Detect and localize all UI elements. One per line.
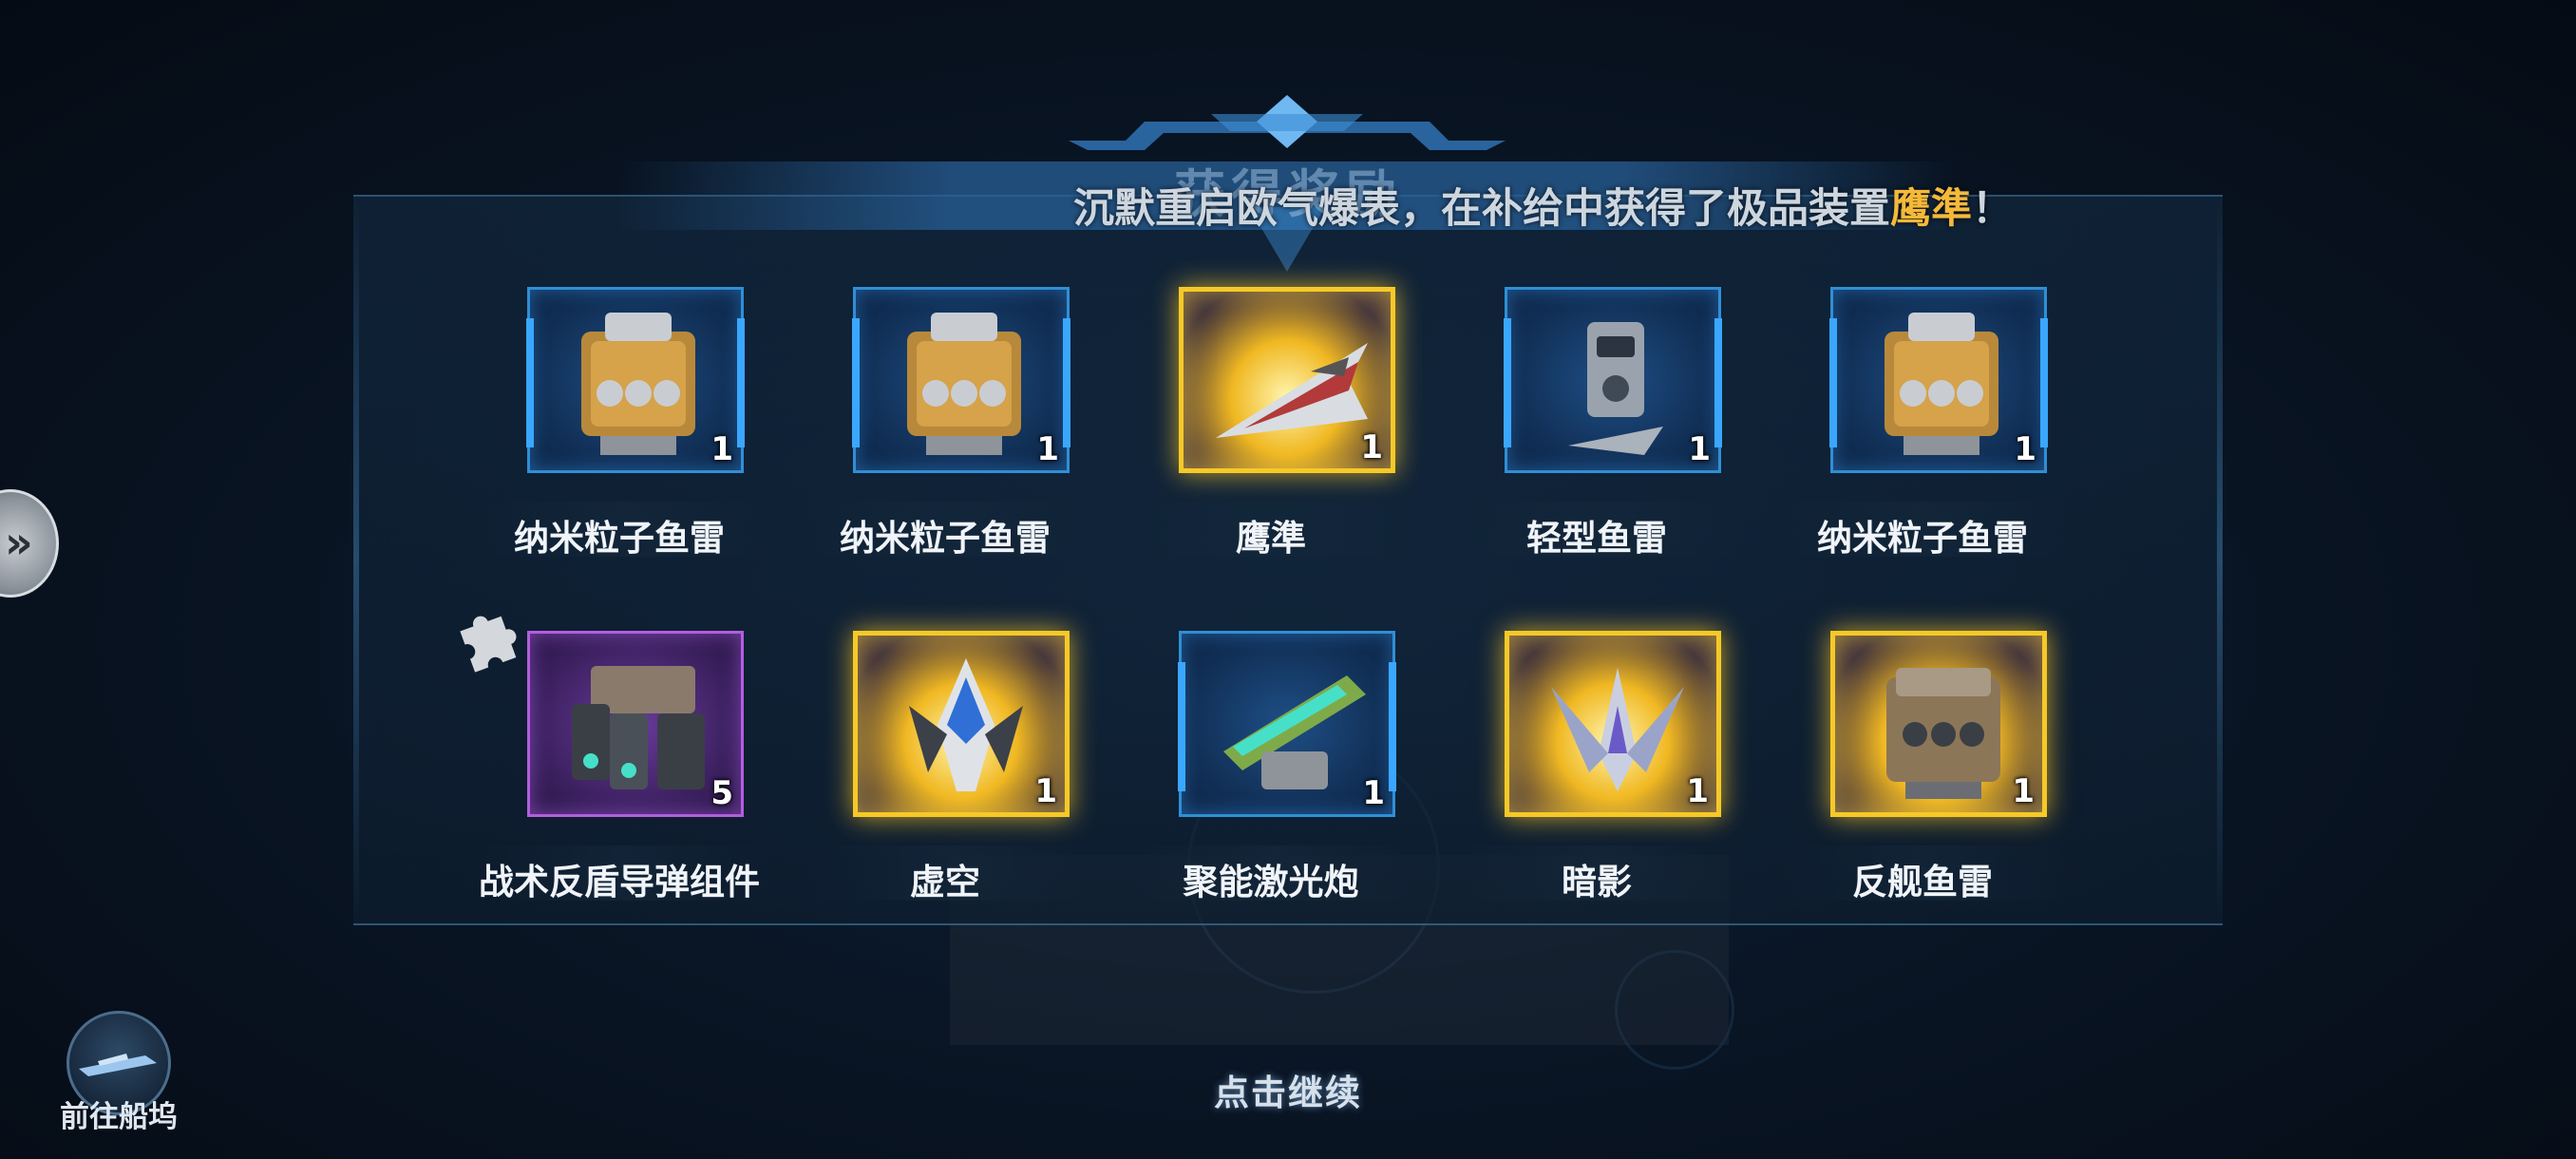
laser-cannon-icon xyxy=(1223,675,1366,789)
item-count: 1 xyxy=(2012,772,2035,810)
item-name: 纳米粒子鱼雷 xyxy=(1817,518,2028,559)
double-chevron-icon: » xyxy=(5,517,33,568)
item-frame-gold: 1 xyxy=(853,631,1070,817)
side-expand-button[interactable]: » xyxy=(0,489,59,598)
announcement-banner: 沉默重启欧气爆表，在补给中获得了极品装置鹰準！ xyxy=(1073,176,2013,242)
item-count: 1 xyxy=(1034,772,1057,810)
reward-item[interactable]: 1 虚空 xyxy=(788,631,1102,906)
item-count: 1 xyxy=(710,430,733,468)
nano-torpedo-icon xyxy=(581,313,695,455)
reward-item[interactable]: 1 聚能激光炮 xyxy=(1114,631,1428,906)
dock-label[interactable]: 前往船坞 xyxy=(38,1092,199,1135)
item-frame: 1 xyxy=(1178,631,1396,817)
item-count: 1 xyxy=(1688,430,1711,468)
reward-item[interactable]: 1 纳米粒子鱼雷 xyxy=(1766,287,2079,562)
panel-edge-left xyxy=(353,195,359,922)
shadow-ship-icon xyxy=(1551,668,1684,791)
item-name: 虚空 xyxy=(910,862,980,902)
reward-item[interactable]: 1 轻型鱼雷 xyxy=(1440,287,1753,562)
announcement-highlight: 鹰準 xyxy=(1890,185,1972,233)
nano-torpedo-icon xyxy=(907,313,1021,455)
anti-ship-torpedo-icon xyxy=(1886,668,2000,799)
reward-item[interactable]: 1 纳米粒子鱼雷 xyxy=(788,287,1102,562)
reward-item[interactable]: 5 战术反盾导弹组件 xyxy=(460,616,776,906)
item-count: 5 xyxy=(710,774,733,812)
missile-launcher-icon xyxy=(572,666,705,789)
item-name: 轻型鱼雷 xyxy=(1526,518,1667,559)
void-ship-icon xyxy=(909,658,1023,791)
reward-item[interactable]: 1 反舰鱼雷 xyxy=(1766,631,2079,906)
nano-torpedo-icon xyxy=(1885,313,1998,455)
reward-item[interactable]: 1 鹰準 xyxy=(1114,287,1428,562)
item-frame-gold: 1 xyxy=(1179,287,1395,473)
reward-item[interactable]: 1 纳米粒子鱼雷 xyxy=(463,287,776,562)
item-frame-purple: 5 xyxy=(527,631,744,817)
item-count: 1 xyxy=(2014,430,2036,468)
fighter-ship-icon xyxy=(1216,343,1368,438)
item-name: 鹰準 xyxy=(1236,518,1306,559)
item-name: 反舰鱼雷 xyxy=(1852,862,1993,902)
item-name: 纳米粒子鱼雷 xyxy=(840,518,1051,559)
item-frame-gold: 1 xyxy=(1505,631,1721,817)
item-count: 1 xyxy=(1360,428,1383,466)
item-name: 纳米粒子鱼雷 xyxy=(514,518,725,559)
announcement-text: 沉默重启欧气爆表，在补给中获得了极品装置 xyxy=(1073,185,1890,233)
announcement-suffix: ！ xyxy=(1972,185,2013,233)
item-frame-gold: 1 xyxy=(1830,631,2047,817)
item-frame: 1 xyxy=(526,287,745,473)
item-count: 1 xyxy=(1036,430,1059,468)
item-name: 聚能激光炮 xyxy=(1183,862,1359,902)
puzzle-piece-icon xyxy=(460,616,517,673)
item-frame: 1 xyxy=(1504,287,1722,473)
continue-prompt[interactable]: 点击继续 xyxy=(1193,1064,1383,1115)
item-name: 暗影 xyxy=(1562,862,1632,902)
item-name: 战术反盾导弹组件 xyxy=(479,862,760,902)
panel-edge-right xyxy=(2217,195,2223,922)
reward-item[interactable]: 1 暗影 xyxy=(1440,631,1753,906)
item-frame: 1 xyxy=(1829,287,2048,473)
item-count: 1 xyxy=(1686,772,1709,810)
item-frame: 1 xyxy=(852,287,1070,473)
light-torpedo-icon xyxy=(1568,322,1663,455)
item-count: 1 xyxy=(1362,774,1385,812)
